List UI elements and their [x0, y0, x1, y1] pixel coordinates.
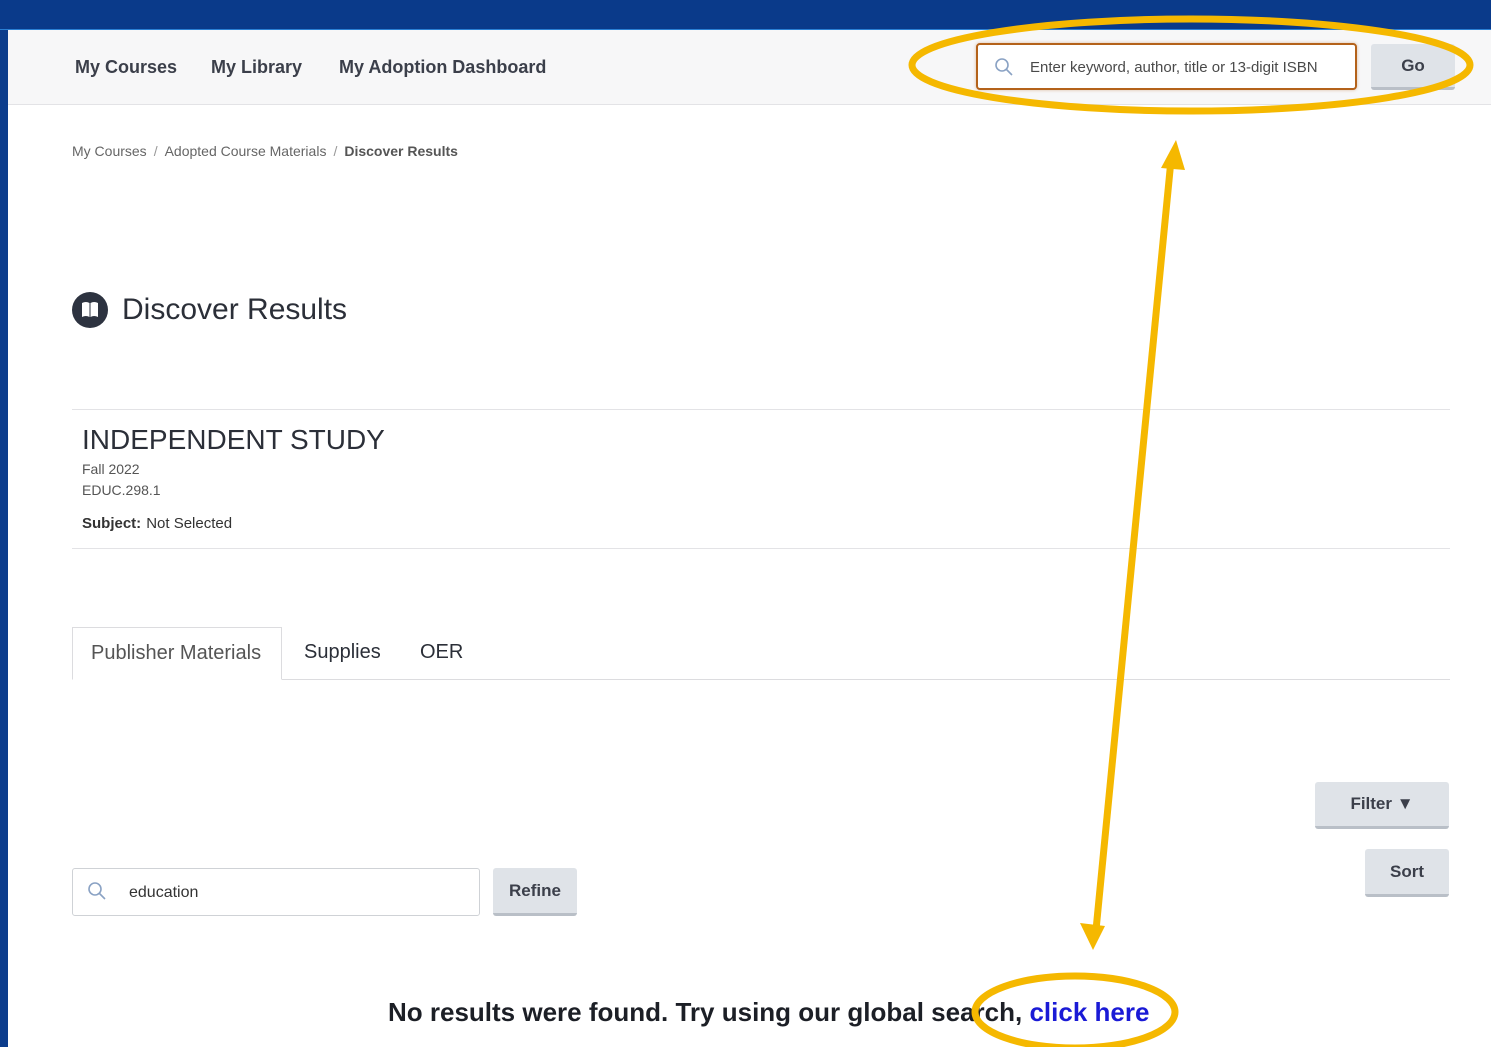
- course-term: Fall 2022: [82, 461, 140, 477]
- no-results-message: No results were found. Try using our glo…: [388, 997, 1149, 1028]
- no-results-text: No results were found. Try using our glo…: [388, 997, 1030, 1027]
- breadcrumb-my-courses[interactable]: My Courses: [72, 143, 147, 159]
- global-search-input[interactable]: [1030, 55, 1350, 79]
- tab-publisher-materials[interactable]: Publisher Materials: [72, 627, 282, 680]
- refine-search-box[interactable]: [72, 868, 480, 916]
- breadcrumb-current: Discover Results: [344, 143, 458, 159]
- course-subject: Subject: Not Selected: [82, 515, 232, 532]
- browser-page: My Courses My Library My Adoption Dashbo…: [8, 30, 1491, 1047]
- search-icon: [87, 881, 107, 906]
- subject-label: Subject:: [82, 515, 142, 532]
- search-icon: [994, 57, 1014, 82]
- refine-button[interactable]: Refine: [493, 868, 577, 916]
- nav-my-courses[interactable]: My Courses: [75, 57, 177, 78]
- page-title: Discover Results: [122, 293, 348, 326]
- tab-supplies[interactable]: Supplies: [286, 627, 399, 680]
- course-name: INDEPENDENT STUDY: [82, 424, 385, 455]
- breadcrumb: My Courses / Adopted Course Materials / Disc…: [72, 143, 458, 159]
- page-header: Discover Results: [72, 292, 347, 328]
- sort-button[interactable]: Sort: [1365, 849, 1449, 897]
- breadcrumb-adopted-course-materials[interactable]: Adopted Course Materials: [165, 143, 327, 159]
- refine-search-input[interactable]: [129, 881, 459, 905]
- nav-my-library[interactable]: My Library: [211, 57, 302, 78]
- course-code: EDUC.298.1: [82, 482, 161, 498]
- global-search-box[interactable]: [976, 43, 1357, 90]
- course-info: INDEPENDENT STUDY Fall 2022 EDUC.298.1 S…: [72, 409, 1450, 549]
- nav-my-adoption-dashboard[interactable]: My Adoption Dashboard: [339, 57, 546, 78]
- subject-value: Not Selected: [146, 515, 233, 532]
- breadcrumb-separator: /: [333, 143, 338, 159]
- tab-oer[interactable]: OER: [402, 627, 481, 680]
- go-button[interactable]: Go: [1371, 44, 1455, 90]
- top-navigation: My Courses My Library My Adoption Dashbo…: [8, 30, 1491, 105]
- global-search-link[interactable]: click here: [1029, 997, 1149, 1027]
- window-top-bar: [0, 0, 1491, 30]
- book-icon: [72, 292, 108, 328]
- materials-tabs: Publisher Materials Supplies OER: [72, 627, 1450, 680]
- filter-button[interactable]: Filter ▼: [1315, 782, 1449, 829]
- breadcrumb-separator: /: [153, 143, 158, 159]
